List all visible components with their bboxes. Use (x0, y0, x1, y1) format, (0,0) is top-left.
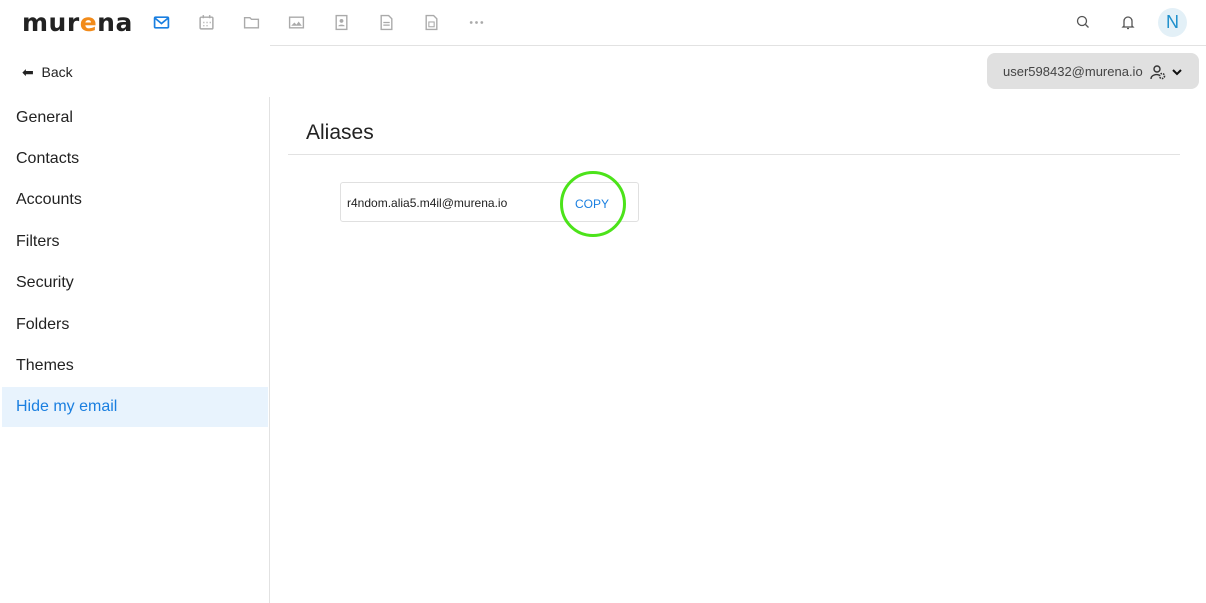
alias-text: r4ndom.alia5.m4il@murena.io (347, 196, 508, 210)
sidebar-item-folders[interactable]: Folders (2, 305, 268, 345)
divider (270, 45, 1206, 46)
search-icon[interactable] (1074, 13, 1092, 31)
sidebar-item-themes[interactable]: Themes (2, 346, 268, 386)
calendar-icon[interactable] (196, 12, 216, 32)
account-menu-button[interactable]: user598432@murena.io (987, 53, 1199, 89)
photos-icon[interactable] (286, 12, 306, 32)
back-button[interactable]: ⬅ Back (22, 64, 73, 81)
sidebar-item-filters[interactable]: Filters (2, 222, 268, 262)
top-bar: murena N (0, 0, 1206, 45)
highlight-circle (560, 171, 626, 237)
sidebar-item-accounts[interactable]: Accounts (2, 180, 268, 220)
murena-logo[interactable]: murena (22, 8, 133, 37)
back-arrow-icon: ⬅ (22, 64, 34, 80)
folder-icon[interactable] (241, 12, 261, 32)
sidebar-item-contacts[interactable]: Contacts (2, 139, 268, 179)
page-title: Aliases (306, 121, 374, 144)
notes-icon[interactable] (376, 12, 396, 32)
settings-sidebar: General Contacts Accounts Filters Securi… (0, 97, 270, 603)
account-email: user598432@murena.io (1003, 64, 1143, 79)
spreadsheet-icon[interactable] (421, 12, 441, 32)
mail-icon[interactable] (151, 12, 171, 32)
sidebar-item-security[interactable]: Security (2, 263, 268, 303)
contacts-icon[interactable] (331, 12, 351, 32)
avatar[interactable]: N (1158, 8, 1187, 37)
divider (288, 154, 1180, 155)
sidebar-item-general[interactable]: General (2, 98, 268, 138)
more-icon[interactable] (466, 12, 486, 32)
account-settings-icon (1150, 65, 1182, 80)
bell-icon[interactable] (1119, 13, 1137, 31)
sidebar-item-hide-my-email[interactable]: Hide my email (2, 387, 268, 427)
